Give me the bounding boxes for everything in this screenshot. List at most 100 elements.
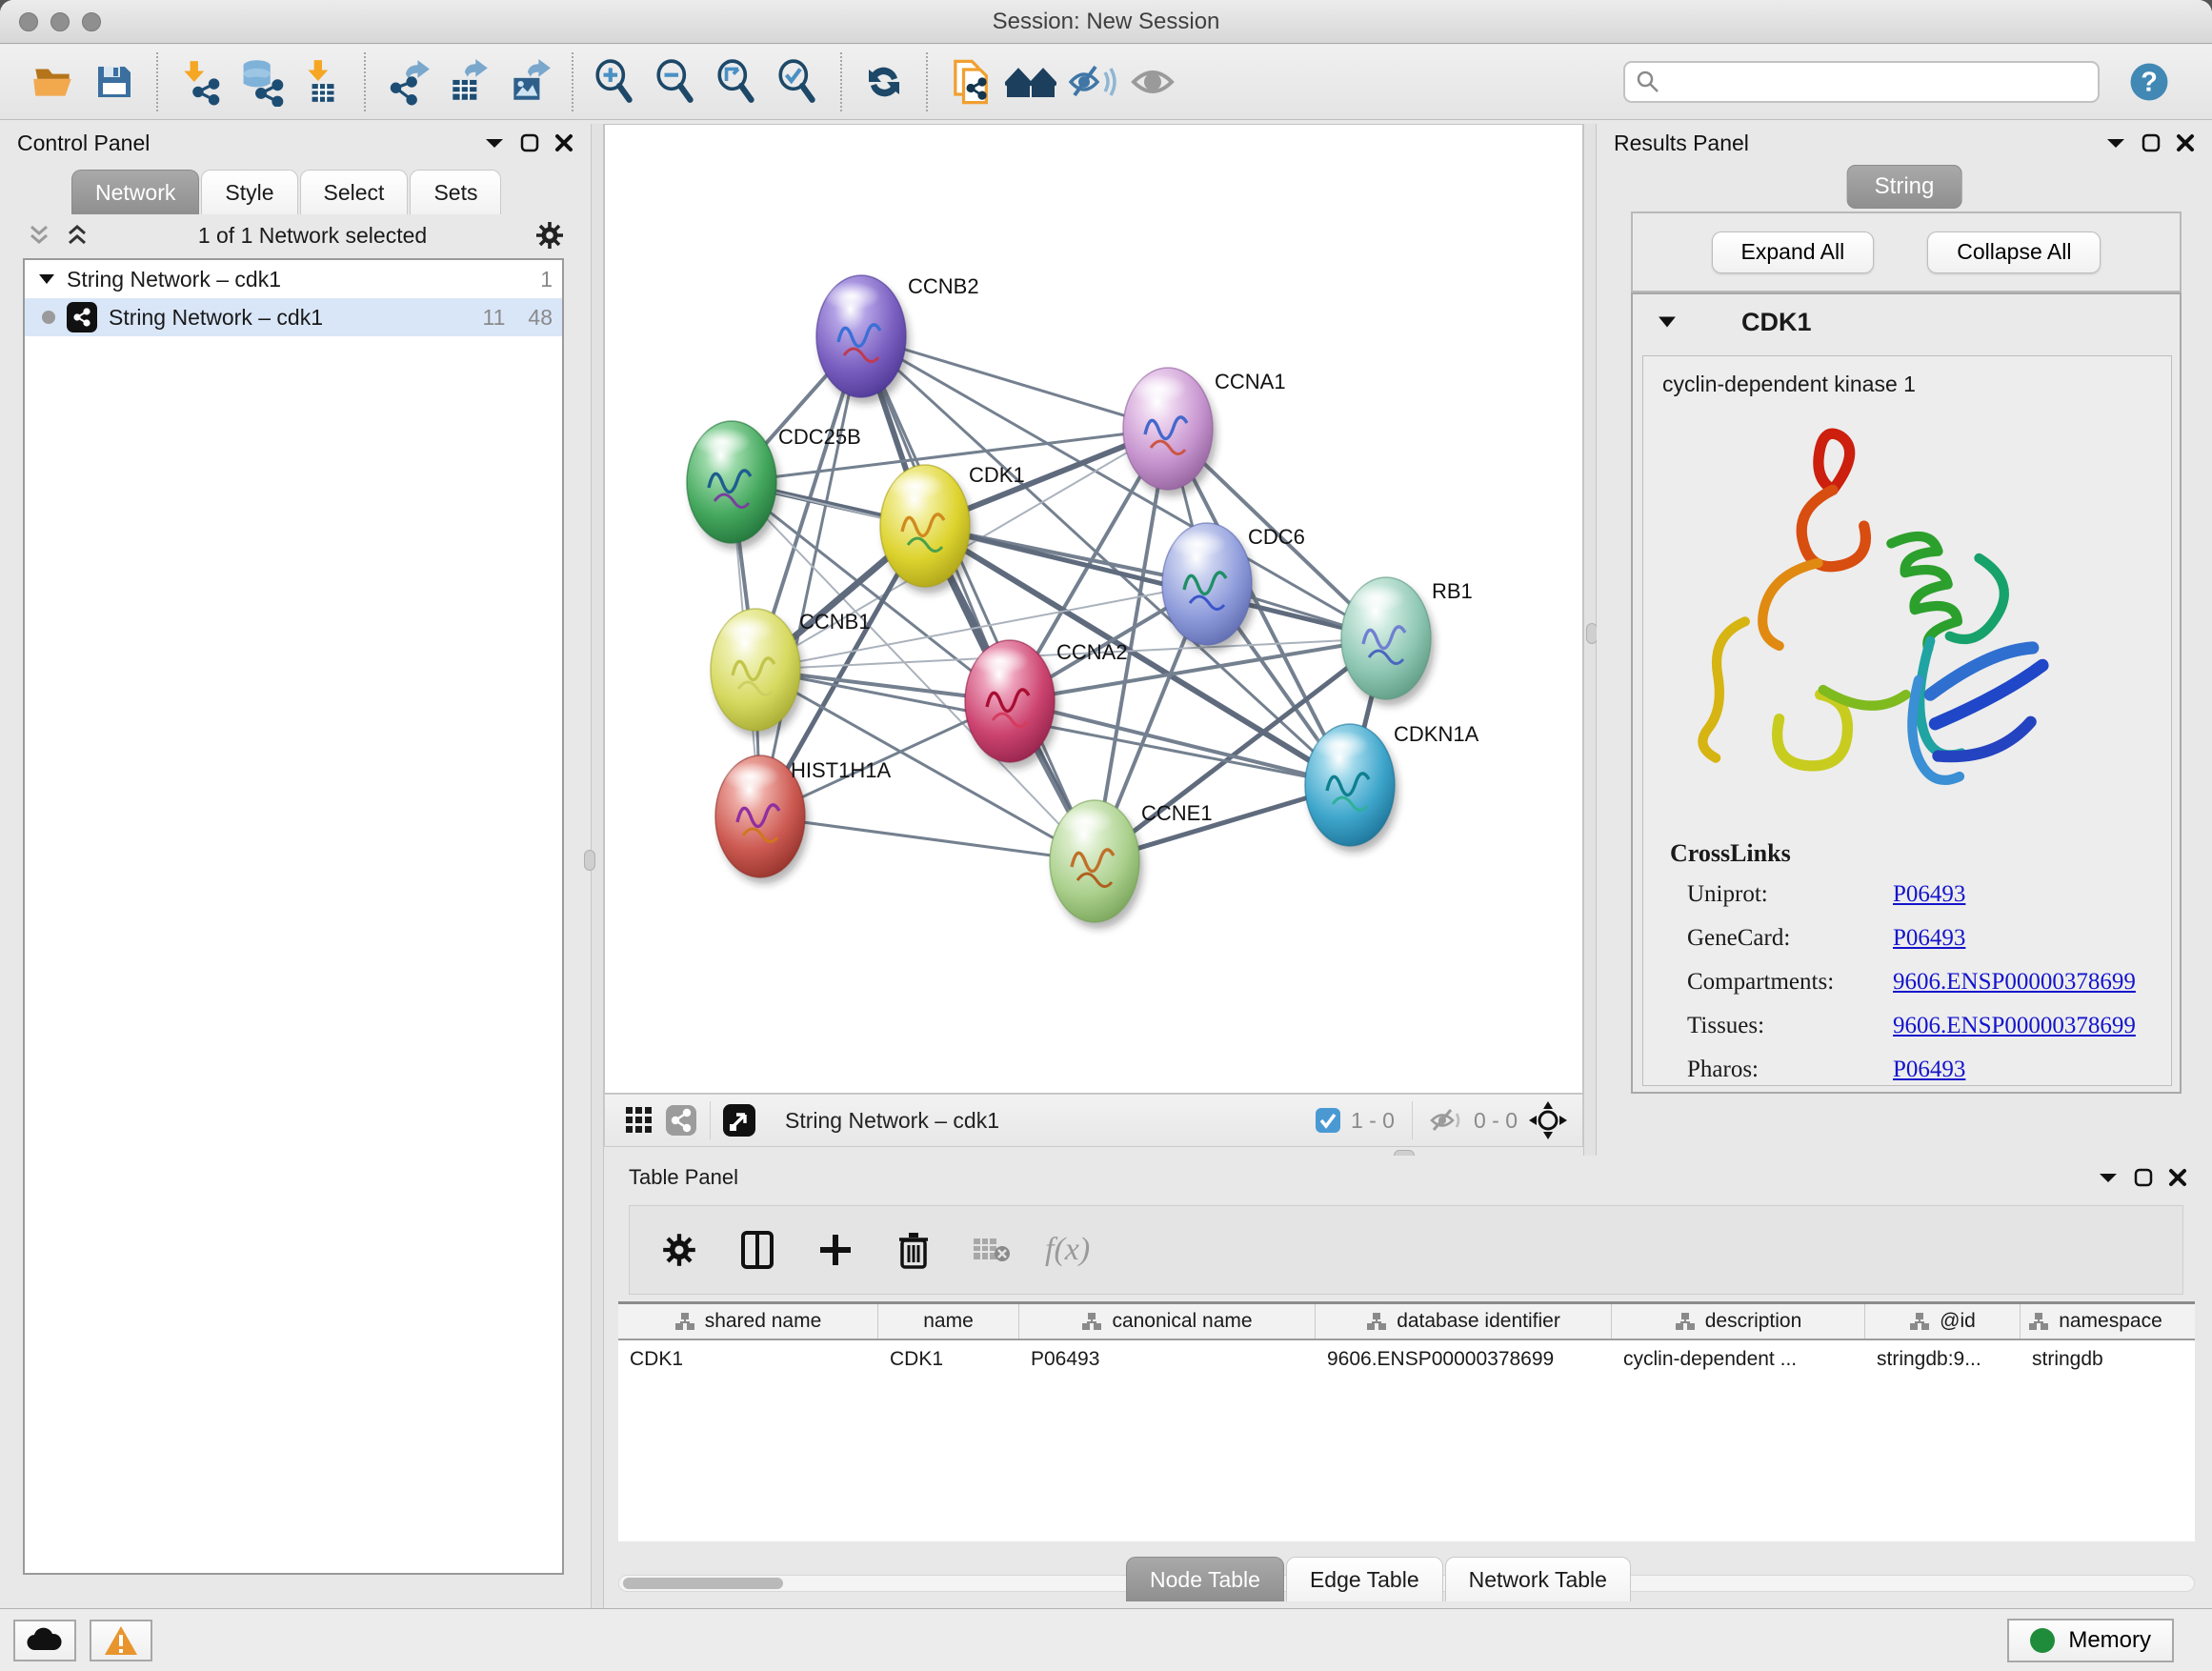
table-tabs: Node Table Edge Table Network Table — [1126, 1557, 1633, 1601]
column-header-namespace[interactable]: namespace — [2021, 1304, 2170, 1339]
network-edge-CCNB2-CCNE1[interactable] — [861, 336, 1095, 861]
table-panel-menu-button[interactable] — [2098, 1168, 2119, 1187]
delete-table-button[interactable] — [967, 1225, 1016, 1275]
network-node-CDC6[interactable]: CDC6 — [1162, 523, 1305, 652]
table-panel-float-button[interactable] — [2134, 1168, 2153, 1187]
tab-edge-table[interactable]: Edge Table — [1286, 1557, 1443, 1601]
divider-handle[interactable] — [584, 850, 595, 871]
tab-sets[interactable]: Sets — [410, 170, 501, 214]
column-header-name[interactable]: name — [878, 1304, 1019, 1339]
network-view-toolbar: String Network – cdk1 1 - 0 0 - 0 — [604, 1094, 1583, 1147]
network-style-button[interactable] — [660, 1099, 702, 1141]
create-column-button[interactable] — [811, 1225, 860, 1275]
crosslink-uniprot[interactable]: P06493 — [1893, 881, 1965, 908]
memory-status-dot — [2030, 1628, 2055, 1653]
hide-selected-button[interactable] — [1061, 51, 1122, 112]
refresh-view-button[interactable] — [854, 51, 915, 112]
open-session-button[interactable] — [23, 51, 84, 112]
zoom-selected-button[interactable] — [768, 51, 829, 112]
network-edge-CCNB2-HIST1H1A[interactable] — [760, 336, 861, 816]
crosslink-pharos[interactable]: P06493 — [1893, 1057, 1965, 1083]
locate-network-button[interactable] — [1527, 1099, 1569, 1141]
crosslink-tissues[interactable]: 9606.ENSP00000378699 — [1893, 1013, 2136, 1039]
zoom-fit-button[interactable] — [707, 51, 768, 112]
tab-network[interactable]: Network — [71, 170, 199, 214]
zoom-in-button[interactable] — [585, 51, 646, 112]
scrollbar-thumb[interactable] — [623, 1578, 783, 1589]
network-node-CDKN1A[interactable]: CDKN1A — [1305, 722, 1479, 853]
warnings-button[interactable] — [90, 1620, 152, 1661]
show-all-button[interactable] — [1122, 51, 1183, 112]
control-panel-float-button[interactable] — [520, 133, 539, 152]
expand-all-networks-button[interactable] — [65, 223, 90, 248]
network-canvas[interactable]: CCNB2CCNA1CDC25BCDK1CDC6RB1CCNB1CCNA2CDK… — [604, 124, 1583, 1094]
tab-network-table[interactable]: Network Table — [1445, 1557, 1631, 1601]
chevron-down-icon — [484, 136, 505, 150]
column-header-description[interactable]: description — [1612, 1304, 1865, 1339]
zoom-out-button[interactable] — [646, 51, 707, 112]
export-table-button[interactable] — [438, 51, 499, 112]
column-header-database-identifier[interactable]: database identifier — [1316, 1304, 1612, 1339]
network-node-CCNA2[interactable]: CCNA2 — [965, 640, 1128, 769]
column-namespace-icon — [1081, 1312, 1102, 1331]
results-panel-menu-button[interactable] — [2105, 136, 2126, 150]
database-import-icon — [236, 57, 286, 107]
crosslink-compartments[interactable]: 9606.ENSP00000378699 — [1893, 969, 2136, 996]
import-network-from-database-button[interactable] — [231, 51, 292, 112]
export-image-button[interactable] — [499, 51, 560, 112]
expand-all-button[interactable]: Expand All — [1712, 232, 1875, 273]
results-panel-close-button[interactable] — [2176, 133, 2195, 152]
network-node-CCNB2[interactable]: CCNB2 — [816, 274, 979, 404]
tab-style[interactable]: Style — [201, 170, 297, 214]
network-collection-row[interactable]: String Network – cdk1 1 — [25, 260, 562, 298]
show-columns-button[interactable] — [733, 1225, 782, 1275]
network-options-button[interactable] — [535, 221, 564, 250]
float-window-icon — [2134, 1168, 2153, 1187]
import-table-button[interactable] — [292, 51, 352, 112]
network-node-CCNA1[interactable]: CCNA1 — [1123, 368, 1286, 496]
network-node-CCNB1[interactable]: CCNB1 — [711, 609, 871, 737]
network-edge-HIST1H1A-CCNE1[interactable] — [760, 816, 1095, 861]
disclosure-triangle-icon — [1658, 315, 1677, 329]
birds-eye-view-button[interactable] — [718, 1099, 760, 1141]
network-node-CDC25B[interactable]: CDC25B — [687, 421, 861, 550]
tab-select[interactable]: Select — [300, 170, 409, 214]
delete-column-button[interactable] — [889, 1225, 938, 1275]
grid-view-button[interactable] — [618, 1099, 660, 1141]
control-panel-close-button[interactable] — [554, 133, 573, 152]
column-header-shared-name[interactable]: shared name — [618, 1304, 878, 1339]
tab-node-table[interactable]: Node Table — [1126, 1557, 1284, 1601]
collapse-all-button[interactable]: Collapse All — [1927, 232, 2101, 273]
crosslink-genecard[interactable]: P06493 — [1893, 925, 1965, 952]
network-row[interactable]: String Network – cdk1 11 48 — [25, 298, 562, 336]
save-session-button[interactable] — [84, 51, 145, 112]
function-builder-button[interactable]: f(x) — [1045, 1232, 1090, 1268]
network-node-RB1[interactable]: RB1 — [1341, 577, 1473, 706]
import-network-button[interactable] — [170, 51, 231, 112]
cloud-status-button[interactable] — [13, 1620, 76, 1661]
memory-button[interactable]: Memory — [2007, 1619, 2174, 1662]
column-header-id[interactable]: @id — [1865, 1304, 2021, 1339]
first-neighbors-button[interactable] — [1000, 51, 1061, 112]
table-options-button[interactable] — [654, 1225, 704, 1275]
export-network-button[interactable] — [377, 51, 438, 112]
collapse-all-networks-button[interactable] — [27, 223, 51, 248]
table-panel-close-button[interactable] — [2168, 1168, 2187, 1187]
help-button[interactable]: ? — [2122, 55, 2176, 109]
duplicate-network-icon — [945, 57, 995, 107]
chevron-down-icon — [2105, 136, 2126, 150]
column-header-canonical-name[interactable]: canonical name — [1019, 1304, 1316, 1339]
table-row[interactable]: CDK1 CDK1 P06493 9606.ENSP00000378699 cy… — [618, 1340, 2195, 1379]
network-node-CCNE1[interactable]: CCNE1 — [1050, 800, 1213, 929]
search-input[interactable] — [1661, 69, 2088, 95]
network-edge-CDK1-RB1[interactable] — [925, 526, 1386, 638]
chevron-down-icon — [2098, 1171, 2119, 1184]
network-node-HIST1H1A[interactable]: HIST1H1A — [715, 755, 891, 884]
control-panel-menu-button[interactable] — [484, 136, 505, 150]
gene-section-header[interactable]: CDK1 — [1633, 294, 2180, 350]
selected-checkbox-icon[interactable] — [1315, 1107, 1341, 1134]
results-panel-float-button[interactable] — [2142, 133, 2161, 152]
tab-string[interactable]: String — [1847, 165, 1962, 209]
duplicate-network-button[interactable] — [939, 51, 1000, 112]
gene-details: cyclin-dependent kinase 1 — [1642, 355, 2172, 1086]
